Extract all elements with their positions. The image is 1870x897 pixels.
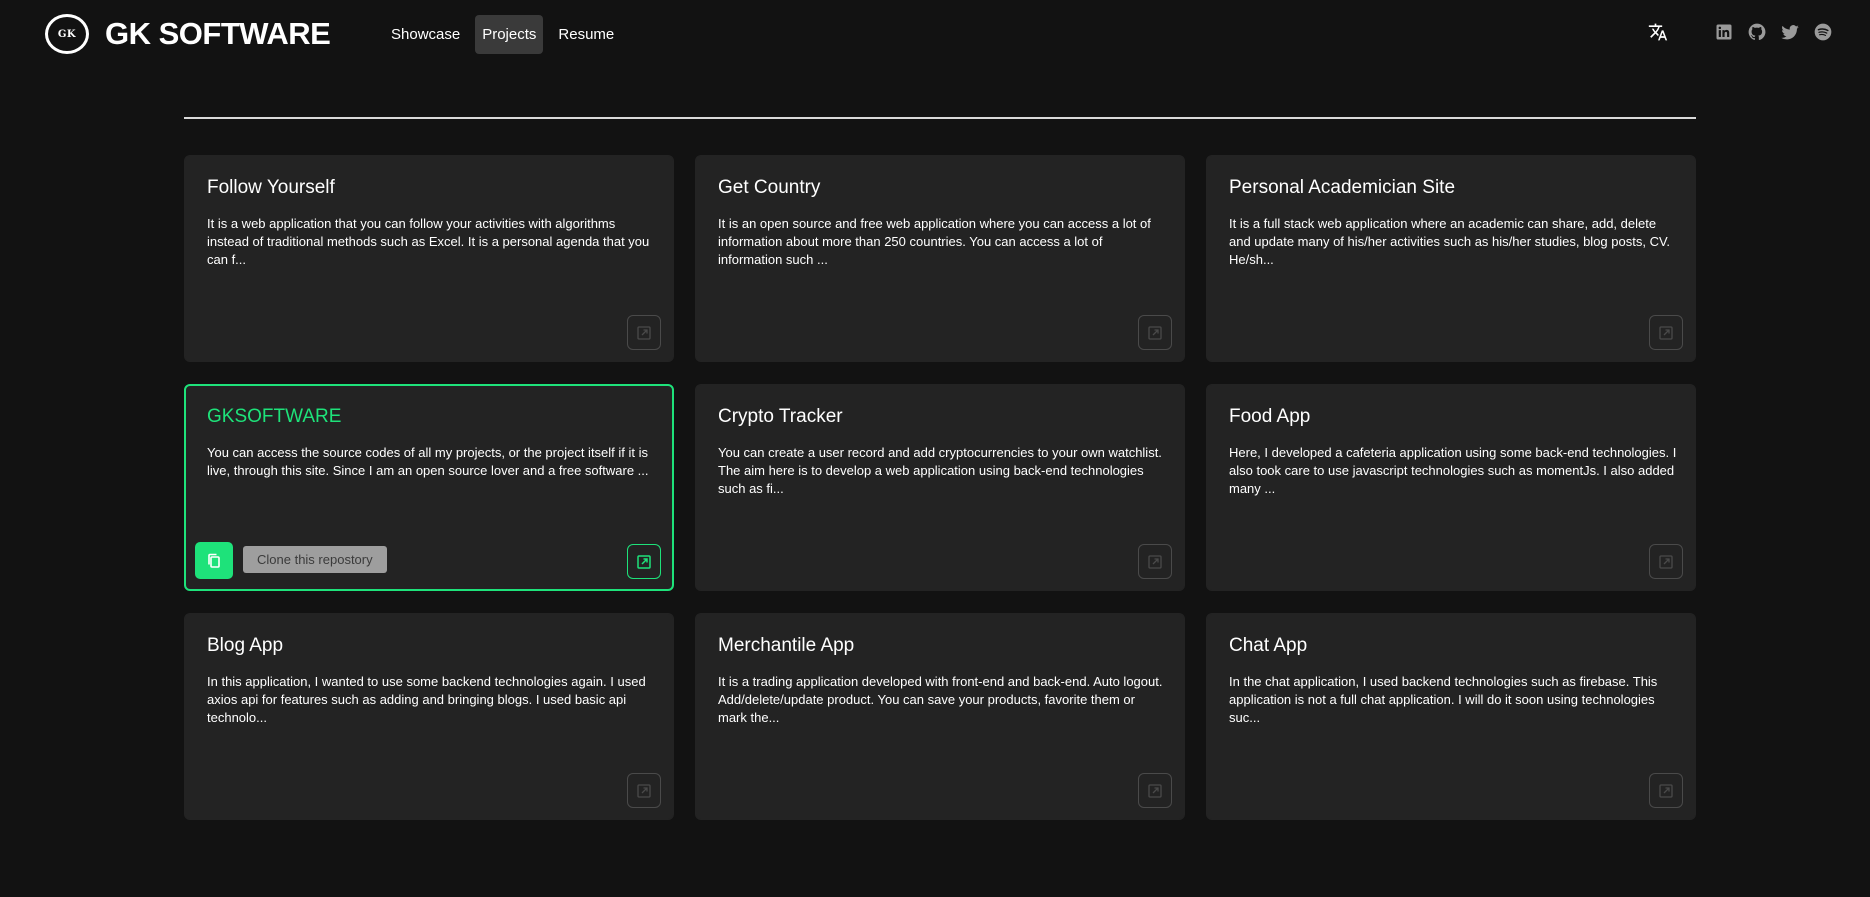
brand[interactable]: GK GK SOFTWARE xyxy=(45,14,331,54)
project-title: Blog App xyxy=(207,635,284,656)
project-card: Get Country It is an open source and fre… xyxy=(695,155,1185,362)
open-project-button[interactable] xyxy=(1138,773,1172,808)
external-link-icon xyxy=(1148,783,1162,798)
open-project-button[interactable] xyxy=(627,773,661,808)
project-description: You can create a user record and add cry… xyxy=(718,445,1162,496)
external-link-icon xyxy=(1659,783,1673,798)
project-description: It is a full stack web application where… xyxy=(1229,216,1671,267)
project-title: Personal Academician Site xyxy=(1229,177,1456,198)
project-description: In this application, I wanted to use som… xyxy=(207,674,646,725)
spotify-icon[interactable] xyxy=(1813,22,1833,42)
logo-text: GK xyxy=(57,28,77,40)
project-title: Chat App xyxy=(1229,635,1308,656)
project-title: Follow Yourself xyxy=(207,177,335,198)
nav-showcase[interactable]: Showcase xyxy=(384,15,467,54)
open-project-button[interactable] xyxy=(1649,773,1683,808)
external-link-icon xyxy=(1148,325,1162,340)
twitter-icon[interactable] xyxy=(1780,22,1800,42)
project-description: You can access the source codes of all m… xyxy=(207,445,649,478)
main-nav: Showcase Projects Resume xyxy=(384,15,621,54)
external-link-icon xyxy=(637,783,651,798)
project-description: It is an open source and free web applic… xyxy=(718,216,1151,267)
project-title: Merchantile App xyxy=(718,635,855,656)
project-card: Personal Academician Site It is a full s… xyxy=(1206,155,1696,362)
projects-grid: Follow Yourself It is a web application … xyxy=(184,155,1696,820)
top-navbar: GK GK SOFTWARE Showcase Projects Resume xyxy=(0,0,1870,68)
project-title: Get Country xyxy=(718,177,821,198)
project-title: Food App xyxy=(1229,406,1311,427)
project-description: Here, I developed a cafeteria applicatio… xyxy=(1229,445,1677,496)
open-project-button[interactable] xyxy=(1649,544,1683,579)
project-card: Follow Yourself It is a web application … xyxy=(184,155,674,362)
project-description: It is a web application that you can fol… xyxy=(207,216,650,267)
external-link-icon xyxy=(1659,325,1673,340)
project-card: Blog App In this application, I wanted t… xyxy=(184,613,674,820)
brand-name: GK SOFTWARE xyxy=(105,16,331,51)
external-link-icon xyxy=(637,325,651,340)
logo: GK xyxy=(45,14,89,54)
open-project-button[interactable] xyxy=(627,315,661,350)
project-description: It is a trading application developed wi… xyxy=(718,674,1163,725)
project-card: Crypto Tracker You can create a user rec… xyxy=(695,384,1185,591)
project-title: Crypto Tracker xyxy=(718,406,843,427)
external-link-icon xyxy=(637,554,651,569)
open-project-button[interactable] xyxy=(1138,315,1172,350)
copy-repo-button[interactable] xyxy=(195,542,233,579)
linkedin-icon[interactable] xyxy=(1714,22,1734,42)
copy-icon xyxy=(208,553,220,568)
nav-resume[interactable]: Resume xyxy=(551,15,621,54)
language-switcher[interactable] xyxy=(1648,22,1668,46)
project-card: Merchantile App It is a trading applicat… xyxy=(695,613,1185,820)
translate-icon[interactable] xyxy=(1648,22,1668,42)
external-link-icon xyxy=(1659,554,1673,569)
social-links xyxy=(1714,22,1833,46)
project-card: Food App Here, I developed a cafeteria a… xyxy=(1206,384,1696,591)
clone-tooltip: Clone this repostory xyxy=(243,546,387,573)
open-project-button[interactable] xyxy=(1649,315,1683,350)
external-link-icon xyxy=(1148,554,1162,569)
project-description: In the chat application, I used backend … xyxy=(1229,674,1658,725)
project-card: Chat App In the chat application, I used… xyxy=(1206,613,1696,820)
github-icon[interactable] xyxy=(1747,22,1767,42)
project-card-hovered: GKSOFTWARE You can access the source cod… xyxy=(184,384,674,591)
section-divider xyxy=(184,117,1696,119)
nav-projects[interactable]: Projects xyxy=(475,15,544,54)
open-project-button[interactable] xyxy=(627,544,661,579)
open-project-button[interactable] xyxy=(1138,544,1172,579)
project-title: GKSOFTWARE xyxy=(207,406,342,427)
